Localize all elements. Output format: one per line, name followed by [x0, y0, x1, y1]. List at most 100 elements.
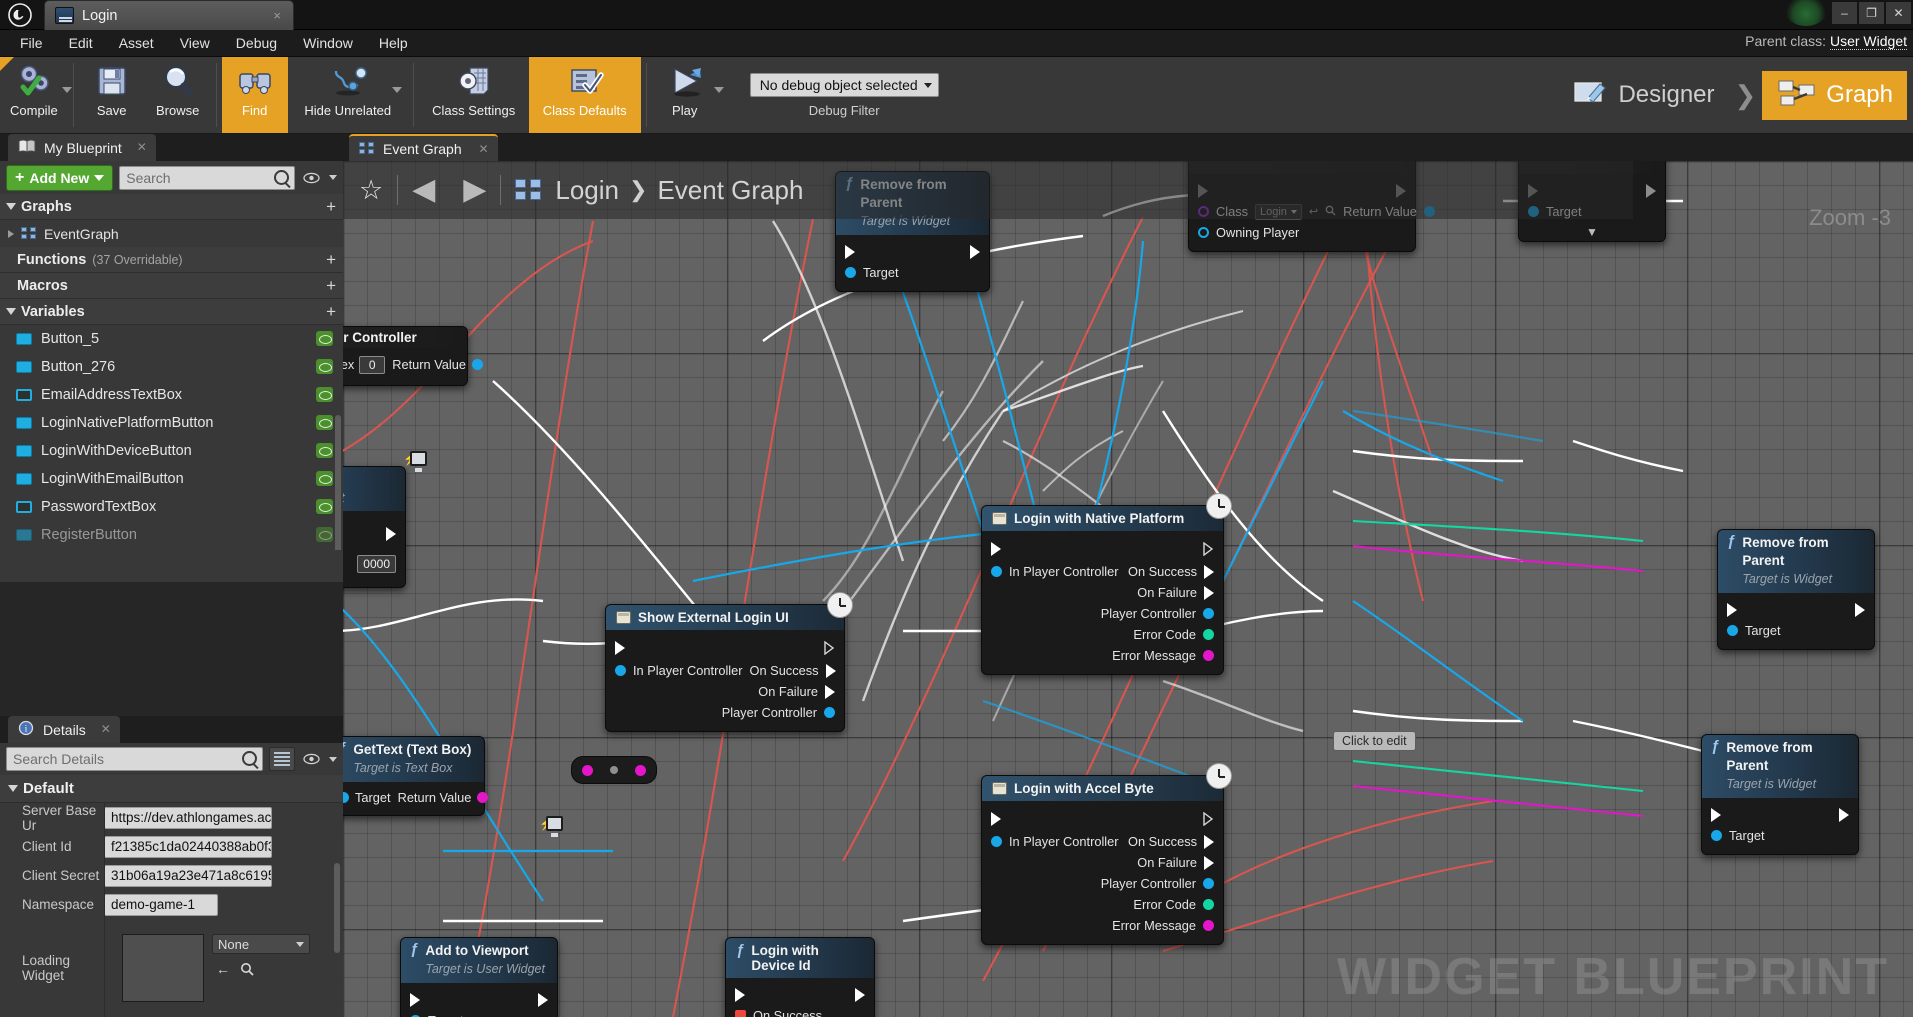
- mode-designer-button[interactable]: Designer: [1556, 70, 1728, 121]
- section-variables[interactable]: Variables +: [0, 299, 343, 325]
- variable-visibility-icon[interactable]: [316, 331, 333, 346]
- parent-class-value[interactable]: User Widget: [1829, 33, 1907, 50]
- details-grid-view-button[interactable]: [269, 747, 295, 771]
- server-base-url-field[interactable]: https://dev.athlongames.ac: [104, 806, 272, 829]
- close-icon[interactable]: ×: [273, 8, 281, 23]
- play-dropdown-icon[interactable]: [713, 87, 724, 93]
- variable-row[interactable]: Button_5: [0, 325, 343, 353]
- compile-button[interactable]: Compile: [0, 57, 72, 133]
- class-settings-button[interactable]: Class Settings: [419, 57, 529, 133]
- class-defaults-button[interactable]: Class Defaults: [528, 57, 641, 133]
- section-functions[interactable]: Functions (37 Overridable) +: [0, 247, 343, 273]
- exec-out-pin[interactable]: [386, 526, 396, 541]
- namespace-field[interactable]: demo-game-1: [104, 893, 218, 916]
- variable-row[interactable]: LoginWithDeviceButton: [0, 437, 343, 465]
- node-remove-from-parent-mid[interactable]: ƒ Remove from Parent Target is Widget Ta…: [1717, 529, 1875, 650]
- blueprint-canvas[interactable]: ☆ ◀ ▶ Login ❯ Event Graph Zoom -3 WIDGET…: [343, 161, 1913, 1017]
- tab-my-blueprint[interactable]: My Blueprint ✕: [8, 134, 156, 161]
- compile-dropdown-icon[interactable]: [61, 87, 72, 93]
- section-macros[interactable]: Macros +: [0, 273, 343, 299]
- player-controller-pin[interactable]: [1203, 608, 1214, 619]
- exec-out-pin[interactable]: [1855, 602, 1865, 617]
- menu-debug[interactable]: Debug: [224, 32, 289, 54]
- target-pin[interactable]: [343, 792, 349, 803]
- error-message-pin[interactable]: [1203, 650, 1214, 661]
- exec-out-pin[interactable]: [538, 992, 548, 1007]
- reroute-pin-out[interactable]: [635, 764, 646, 776]
- hide-unrelated-dropdown-icon[interactable]: [391, 87, 402, 93]
- node-login-with-accel-byte[interactable]: Login with Accel Byte In Player Controll…: [981, 763, 1232, 945]
- variables-scrollbar[interactable]: [335, 415, 341, 550]
- expand-triangle-icon[interactable]: [8, 229, 14, 238]
- node-get-player-controller[interactable]: Player Controller er Index 0 Return Valu…: [343, 326, 483, 386]
- back-arrow-icon[interactable]: ◀: [398, 175, 449, 205]
- value-field[interactable]: 0000: [357, 554, 396, 573]
- node-reroute-pins[interactable]: [571, 756, 657, 784]
- add-new-button[interactable]: + Add New: [6, 164, 114, 191]
- on-failure-pin[interactable]: [1204, 855, 1214, 870]
- player-controller-pin[interactable]: [824, 707, 835, 718]
- variable-row[interactable]: EmailAddressTextBox: [0, 381, 343, 409]
- loading-widget-select[interactable]: None: [212, 934, 310, 954]
- player-controller-pin[interactable]: [1203, 878, 1214, 889]
- node-remove-from-parent-low[interactable]: ƒ Remove from Parent Target is Widget Ta…: [1701, 734, 1859, 855]
- bookmark-star-icon[interactable]: ☆: [357, 175, 397, 206]
- variable-row[interactable]: LoginNativePlatformButton: [0, 409, 343, 437]
- loading-widget-thumbnail[interactable]: [122, 934, 204, 1002]
- section-graphs[interactable]: Graphs +: [0, 194, 343, 220]
- variable-row[interactable]: Button_276: [0, 353, 343, 381]
- add-macro-button[interactable]: +: [326, 276, 336, 296]
- use-selected-asset-icon[interactable]: ←: [212, 959, 234, 979]
- save-button[interactable]: Save: [79, 57, 145, 133]
- reroute-pin-in[interactable]: [582, 764, 593, 776]
- on-success-pin[interactable]: [825, 663, 836, 678]
- my-blueprint-search-input[interactable]: Search: [119, 165, 295, 190]
- in-player-controller-pin[interactable]: [991, 836, 1002, 847]
- close-icon[interactable]: ✕: [101, 722, 111, 736]
- maximize-button[interactable]: ❐: [1859, 2, 1884, 24]
- variable-row[interactable]: RegisterButton: [0, 521, 343, 549]
- node-viewport-left-partial[interactable]: port r Widget 0000: [343, 466, 406, 588]
- error-code-pin[interactable]: [1203, 899, 1214, 910]
- exec-in-pin[interactable]: [615, 641, 625, 655]
- exec-out-then-pin[interactable]: [1203, 542, 1214, 556]
- variable-visibility-icon[interactable]: [316, 359, 333, 374]
- exec-out-pin[interactable]: [1839, 807, 1849, 822]
- owning-player-pin[interactable]: [1198, 227, 1209, 238]
- exec-out-pin[interactable]: [1646, 183, 1656, 198]
- node-login-with-native-platform[interactable]: Login with Native Platform In Player Con…: [981, 493, 1232, 675]
- on-failure-pin[interactable]: [1204, 585, 1214, 600]
- return-value-pin[interactable]: [477, 792, 489, 803]
- hide-unrelated-button[interactable]: Hide Unrelated: [288, 57, 408, 133]
- variable-visibility-icon[interactable]: [316, 443, 333, 458]
- menu-edit[interactable]: Edit: [57, 32, 105, 54]
- node-add-to-viewport[interactable]: ƒ Add to Viewport Target is User Widget …: [400, 937, 558, 1017]
- browse-button[interactable]: Browse: [145, 57, 211, 133]
- exec-out-then-pin[interactable]: [824, 641, 835, 655]
- target-pin[interactable]: [845, 267, 856, 278]
- debug-object-select[interactable]: No debug object selected: [749, 72, 939, 97]
- exec-in-pin[interactable]: [1727, 602, 1737, 617]
- forward-arrow-icon[interactable]: ▶: [449, 175, 500, 205]
- chevron-down-icon[interactable]: [329, 175, 337, 180]
- node-gettext-text-box[interactable]: ƒ GetText (Text Box) Target is Text Box …: [343, 736, 489, 816]
- expand-node-icon[interactable]: ▼: [1519, 222, 1665, 239]
- menu-view[interactable]: View: [168, 32, 222, 54]
- close-icon[interactable]: ✕: [137, 140, 147, 154]
- chevron-down-icon[interactable]: [329, 756, 337, 762]
- tab-details[interactable]: i Details ✕: [8, 716, 120, 743]
- details-visibility-icon[interactable]: [301, 747, 321, 771]
- graph-item-eventgraph[interactable]: EventGraph: [0, 220, 343, 247]
- client-id-field[interactable]: f21385c1da02440388ab0f3: [104, 835, 272, 858]
- error-message-pin[interactable]: [1203, 920, 1214, 931]
- variable-visibility-icon[interactable]: [316, 387, 333, 402]
- menu-asset[interactable]: Asset: [107, 32, 166, 54]
- on-success-pin[interactable]: [1204, 564, 1214, 579]
- node-login-with-device-id[interactable]: ƒ Login with Device Id On Success On Err…: [725, 937, 875, 1017]
- visibility-filter-icon[interactable]: [301, 166, 321, 190]
- find-button[interactable]: Find: [221, 57, 288, 133]
- close-window-button[interactable]: ✕: [1886, 2, 1911, 24]
- variable-visibility-icon[interactable]: [316, 415, 333, 430]
- play-button[interactable]: Play: [652, 57, 724, 133]
- on-success-pin[interactable]: [1204, 834, 1214, 849]
